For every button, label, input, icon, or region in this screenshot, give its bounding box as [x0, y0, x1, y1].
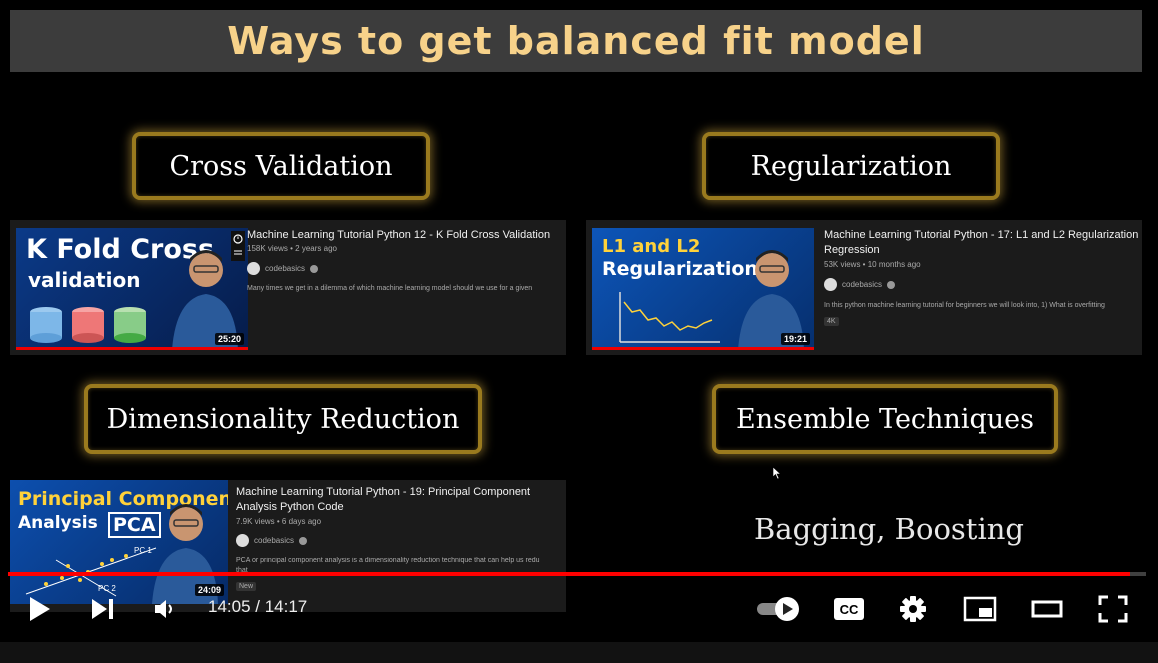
- video-title[interactable]: Machine Learning Tutorial Python - 19: P…: [236, 485, 566, 515]
- video-description: Many times we get in a dilemma of which …: [247, 285, 533, 292]
- video-title[interactable]: Machine Learning Tutorial Python 12 - K …: [247, 228, 563, 243]
- volume-icon: [155, 600, 172, 618]
- ensemble-techniques-label: Ensemble Techniques: [712, 384, 1058, 454]
- video-thumbnail[interactable]: K Fold Cross validation 25:20: [16, 228, 248, 350]
- channel-avatar[interactable]: [247, 262, 260, 275]
- theater-mode-button[interactable]: [1030, 594, 1064, 624]
- captions-label: CC: [839, 601, 859, 617]
- autoplay-toggle-icon: [757, 597, 799, 621]
- fullscreen-icon: [1098, 595, 1128, 623]
- mouse-cursor-icon: [772, 466, 782, 480]
- video-card-kfold[interactable]: K Fold Cross validation 25:20 Machine Le…: [10, 220, 566, 355]
- quality-tag: 4K: [824, 317, 839, 326]
- fullscreen-button[interactable]: [1096, 594, 1130, 624]
- verified-icon: [887, 280, 896, 289]
- channel-row[interactable]: codebasics: [236, 534, 308, 547]
- pc2-label: PC 2: [98, 584, 116, 593]
- video-meta: 53K views • 10 months ago: [824, 260, 921, 269]
- slide-title-bar: Ways to get balanced fit model: [10, 10, 1142, 72]
- channel-avatar[interactable]: [824, 278, 837, 291]
- video-title[interactable]: Machine Learning Tutorial Python - 17: L…: [824, 228, 1142, 258]
- settings-icon: [900, 596, 926, 622]
- slide-title: Ways to get balanced fit model: [227, 19, 925, 63]
- thumbnail-subtitle: Analysis: [18, 513, 98, 533]
- play-icon: [30, 597, 50, 621]
- watched-progress-bar: [592, 347, 814, 350]
- theater-icon: [1031, 600, 1063, 618]
- channel-name[interactable]: codebasics: [254, 536, 294, 545]
- video-duration: 25:20: [214, 333, 244, 345]
- verified-icon: [299, 536, 308, 545]
- play-button[interactable]: [24, 594, 54, 624]
- channel-name[interactable]: codebasics: [265, 264, 305, 273]
- player-bottom-edge: [0, 642, 1158, 663]
- miniplayer-icon: [963, 596, 997, 622]
- video-description: PCA or principal component analysis is a…: [236, 557, 540, 564]
- progress-fill: [8, 572, 1131, 576]
- verified-icon: [310, 264, 319, 273]
- dimensionality-reduction-label: Dimensionality Reduction: [84, 384, 482, 454]
- settings-button[interactable]: [898, 594, 928, 624]
- thumbnail-title: L1 and L2: [602, 236, 701, 257]
- channel-avatar[interactable]: [236, 534, 249, 547]
- next-icon: [92, 599, 113, 619]
- regularization-label: Regularization: [702, 132, 1000, 200]
- mute-button[interactable]: [150, 594, 180, 624]
- ensemble-methods-text: Bagging, Boosting: [754, 512, 1024, 546]
- video-duration: 24:09: [194, 584, 224, 596]
- video-meta: 158K views • 2 years ago: [247, 244, 337, 253]
- next-button[interactable]: [88, 594, 118, 624]
- captions-icon: CC: [834, 598, 864, 620]
- time-display: 14:05 / 14:17: [208, 597, 308, 616]
- new-tag: New: [236, 582, 257, 591]
- loss-curve-graphic: [619, 292, 720, 343]
- video-thumbnail[interactable]: L1 and L2 Regularization 19:21: [592, 228, 814, 350]
- channel-row[interactable]: codebasics: [824, 278, 896, 291]
- video-thumbnail[interactable]: Principal Component Analysis PCA PC 1 PC…: [10, 480, 228, 604]
- autoplay-toggle[interactable]: [754, 594, 802, 624]
- video-description: In this python machine learning tutorial…: [824, 302, 1105, 309]
- channel-row[interactable]: codebasics: [247, 262, 319, 275]
- thumbnail-subtitle: validation: [28, 268, 141, 292]
- video-duration: 19:21: [780, 333, 810, 345]
- video-meta: 7.9K views • 6 days ago: [236, 517, 322, 526]
- watch-later-icon[interactable]: [231, 231, 245, 261]
- miniplayer-button[interactable]: [962, 594, 998, 624]
- cross-validation-label: Cross Validation: [132, 132, 430, 200]
- captions-button[interactable]: CC: [832, 594, 866, 624]
- video-card-pca[interactable]: Principal Component Analysis PCA PC 1 PC…: [10, 480, 566, 612]
- watched-progress-bar: [16, 347, 248, 350]
- database-icons: [30, 307, 146, 343]
- channel-name[interactable]: codebasics: [842, 280, 882, 289]
- video-card-regularization[interactable]: L1 and L2 Regularization 19:21 Machine L…: [586, 220, 1142, 355]
- video-progress-bar[interactable]: [8, 572, 1146, 576]
